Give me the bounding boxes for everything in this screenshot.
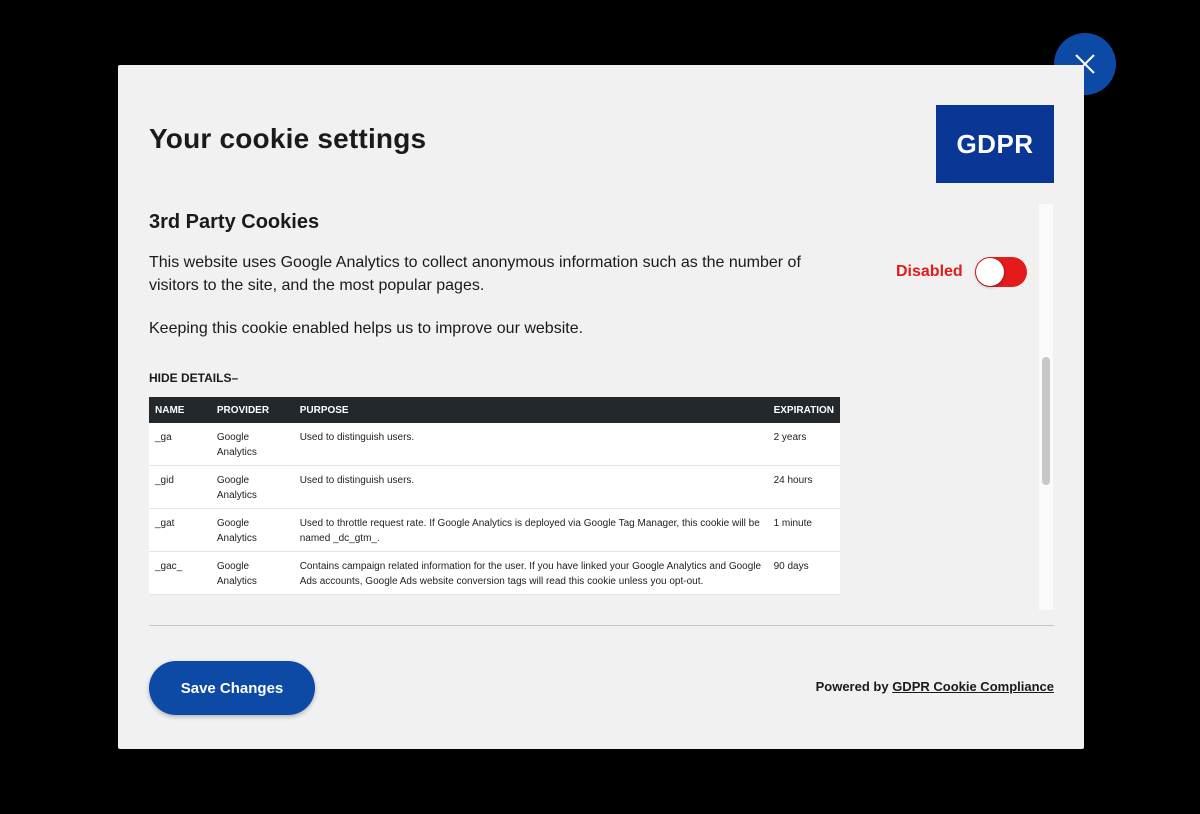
powered-by: Powered by GDPR Cookie Compliance <box>816 679 1054 694</box>
cell-expiration: 1 minute <box>767 508 840 552</box>
content-scrollbar[interactable] <box>1039 204 1053 610</box>
cell-name: _gid <box>149 465 211 509</box>
footer-divider <box>149 625 1054 626</box>
column-header-provider: PROVIDER <box>210 397 294 423</box>
save-changes-button[interactable]: Save Changes <box>149 661 315 715</box>
section-title: 3rd Party Cookies <box>149 211 320 233</box>
cookie-section: 3rd Party Cookies This website uses Goog… <box>149 205 1039 610</box>
cell-purpose: Used to distinguish users. <box>293 423 768 466</box>
third-party-cookies-toggle[interactable] <box>974 257 1027 287</box>
table-row: _gac_ Google Analytics Contains campaign… <box>149 551 840 595</box>
table-row: _ga Google Analytics Used to distinguish… <box>149 423 840 466</box>
cell-provider: Google Analytics <box>210 423 294 466</box>
hide-details-link[interactable]: HIDE DETAILS– <box>149 371 238 385</box>
cell-name: _gat <box>149 508 211 552</box>
cell-expiration: 24 hours <box>767 465 840 509</box>
cell-provider: Google Analytics <box>210 465 294 509</box>
gdpr-logo-text: GDPR <box>956 128 1034 159</box>
cell-name: _gac_ <box>149 551 211 595</box>
scrollbar-thumb[interactable] <box>1042 357 1050 485</box>
cookie-settings-modal: Your cookie settings GDPR 3rd Party Cook… <box>118 65 1084 749</box>
section-description-secondary: Keeping this cookie enabled helps us to … <box>149 320 584 337</box>
powered-by-prefix: Powered by <box>815 679 889 694</box>
table-header-row: NAME PROVIDER PURPOSE EXPIRATION <box>149 397 840 423</box>
cell-expiration: 90 days <box>767 551 840 595</box>
column-header-expiration: EXPIRATION <box>767 397 840 423</box>
table-row: _gid Google Analytics Used to distinguis… <box>149 465 840 509</box>
column-header-purpose: PURPOSE <box>293 397 768 423</box>
cell-name: _ga <box>149 423 211 466</box>
section-description: This website uses Google Analytics to co… <box>149 254 801 294</box>
cell-provider: Google Analytics <box>210 551 294 595</box>
cell-purpose: Contains campaign related information fo… <box>293 551 768 595</box>
gdpr-logo: GDPR <box>936 105 1054 183</box>
cell-provider: Google Analytics <box>210 508 294 552</box>
column-header-name: NAME <box>149 397 211 423</box>
cell-expiration: 2 years <box>767 423 840 466</box>
cookie-toggle-group: Disabled <box>896 257 1027 287</box>
table-row: _gat Google Analytics Used to throttle r… <box>149 508 840 552</box>
toggle-status-label: Disabled <box>896 263 963 280</box>
cookie-details-table: NAME PROVIDER PURPOSE EXPIRATION _ga Goo… <box>149 397 840 595</box>
cell-purpose: Used to distinguish users. <box>293 465 768 509</box>
cell-purpose: Used to throttle request rate. If Google… <box>293 508 768 552</box>
gdpr-compliance-link[interactable]: GDPR Cookie Compliance <box>892 679 1054 694</box>
modal-title: Your cookie settings <box>149 123 427 154</box>
toggle-knob <box>975 258 1004 286</box>
